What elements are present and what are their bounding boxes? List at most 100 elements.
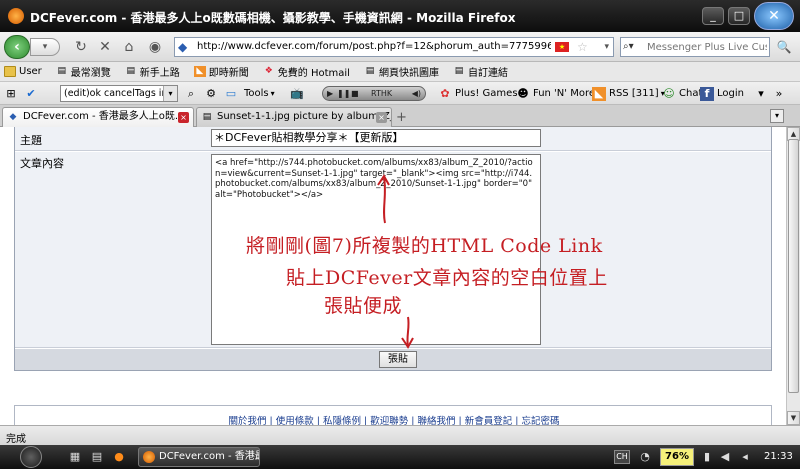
search-engine-icon[interactable]: ⌕▾ — [623, 40, 645, 54]
page-icon: ▤ — [202, 112, 212, 122]
volume-icon[interactable]: ◀) — [412, 87, 421, 100]
taskbar-firefox-task[interactable]: DCFever.com - 香港最... — [138, 447, 260, 467]
tab-close-icon[interactable]: × — [376, 112, 387, 123]
footer-links[interactable]: 關於我們 | 使用條款 | 私隱條例 | 歡迎聯勢 | 聯絡我們 | 新會員登記… — [15, 413, 773, 425]
new-tab-button[interactable]: + — [396, 110, 407, 125]
bookmarks-toolbar: User ▤ 最常瀏覽 ▤ 新手上路 ◣ 即時新聞 ❖ 免費的 Hotmail ▤ 網頁快… — [0, 62, 800, 82]
chevron-down-icon: ▾ — [42, 42, 48, 52]
address-bar[interactable]: ◆ http://www.dcfever.com/forum/post.php?… — [174, 37, 614, 57]
status-bar: 完成 — [0, 425, 800, 445]
stop-button[interactable]: ✕ — [96, 39, 114, 55]
home-button[interactable]: ⌂ — [120, 39, 138, 55]
chevron-down-icon[interactable]: ▾ — [163, 86, 177, 101]
tab-photobucket[interactable]: ▤ Sunset-1-1.jpg picture by album_Z_20..… — [196, 107, 392, 127]
pause-icon[interactable]: ❚❚ — [337, 87, 350, 100]
tags-dropdown[interactable]: (edit)ok cancelTags in this ▾ — [60, 85, 178, 102]
vertical-scrollbar[interactable]: ▲ ▼ — [786, 127, 800, 425]
home-icon: ⌂ — [124, 39, 134, 55]
language-indicator[interactable]: CH — [614, 450, 630, 464]
bookmark-custom-links[interactable]: ▤ 自訂連結 — [453, 64, 508, 79]
close-button[interactable]: ✕ — [754, 2, 794, 30]
status-text: 完成 — [6, 434, 26, 445]
facebook-icon: f — [700, 86, 714, 101]
gear-addon-button[interactable]: ⚙ — [204, 86, 221, 101]
site-favicon-icon: ◆ — [9, 112, 17, 122]
chevron-down-icon: ▾ — [758, 86, 764, 100]
bookmark-news[interactable]: ◣ 即時新聞 — [193, 64, 249, 79]
post-submit-button[interactable]: 張貼 — [379, 351, 417, 368]
maximize-button[interactable]: □ — [728, 7, 750, 25]
folder-icon — [4, 66, 16, 77]
tv-addon-button[interactable]: 📺 — [290, 86, 307, 101]
page-icon: ▤ — [454, 66, 464, 76]
tab-strip: ◆ DCFever.com - 香港最多人上o既... × ▤ Sunset-1… — [0, 105, 800, 127]
forward-dropdown-button[interactable]: ▾ — [30, 38, 60, 56]
subject-row: 主題 ＊DCFever貼相教學分享＊【更新版】 — [15, 127, 771, 151]
folder-icon[interactable]: ▤ — [90, 450, 104, 464]
subject-input[interactable]: ＊DCFever貼相教學分享＊【更新版】 — [211, 129, 541, 147]
messenger-icon: ◉ — [148, 39, 162, 55]
search-icon: 🔍 — [776, 40, 792, 54]
reload-button[interactable]: ↻ — [72, 39, 90, 55]
bookmark-web-slice[interactable]: ▤ 網頁快訊圖庫 — [364, 64, 439, 79]
bookmark-getting-started[interactable]: ▤ 新手上路 — [125, 64, 180, 79]
fun-more-button[interactable]: ☻Fun 'N' More▾ — [516, 86, 601, 101]
rss-icon: ◣ — [193, 66, 206, 77]
annotation-arrow-down — [401, 316, 414, 349]
stop-icon[interactable]: ■ — [351, 87, 359, 100]
tray-arrow-icon[interactable]: ◂ — [738, 450, 752, 464]
toolbar-extra-button[interactable]: » — [772, 86, 789, 101]
windows-icon: ❖ — [264, 66, 273, 76]
addon-logo-button[interactable]: ✔ — [24, 86, 41, 101]
tools-menu[interactable]: Tools ▾ — [244, 86, 275, 101]
tab-close-icon[interactable]: × — [178, 112, 189, 123]
plus-games-button[interactable]: ✿ Plus! Games ▾ — [438, 86, 523, 101]
search-addon-button[interactable]: ⌕ — [184, 86, 201, 101]
facebook-login-button[interactable]: f Login — [700, 86, 744, 101]
tab-dcfever[interactable]: ◆ DCFever.com - 香港最多人上o既... × — [2, 107, 194, 127]
network-icon[interactable]: ▮ — [700, 450, 714, 464]
tab-label: Sunset-1-1.jpg picture by album_Z_20... — [217, 111, 391, 122]
bookmark-user[interactable]: User — [4, 66, 42, 77]
addon-menu-button[interactable]: ⊞ — [4, 86, 21, 101]
scrollbar-thumb[interactable] — [788, 139, 799, 393]
search-box[interactable]: ⌕▾ — [620, 37, 770, 57]
messenger-button[interactable]: ◉ — [146, 39, 164, 55]
chat-button[interactable]: ☺ Chat — [662, 86, 702, 101]
tray-icon[interactable]: ◔ — [638, 450, 652, 464]
back-button[interactable]: ‹ — [4, 35, 30, 59]
start-button[interactable] — [20, 446, 42, 468]
battery-indicator[interactable]: 76% — [660, 448, 694, 466]
play-icon[interactable]: ▶ — [327, 87, 333, 100]
smiley-icon: ☻ — [517, 86, 529, 100]
volume-icon[interactable]: ◀ — [718, 450, 732, 464]
radio-station-label: RTHK — [371, 89, 393, 98]
url-dropdown-icon[interactable]: ▾ — [604, 40, 609, 54]
show-desktop-icon[interactable]: ▦ — [68, 450, 82, 464]
gear-icon: ⚙ — [206, 86, 216, 100]
radio-player[interactable]: ▶ ❚❚ ■ RTHK ◀) — [322, 86, 426, 101]
site-favicon-icon: ◆ — [178, 40, 188, 54]
body-label: 文章內容 — [20, 157, 64, 170]
minimize-button[interactable]: _ — [702, 7, 724, 25]
toolbar-options-button[interactable]: ▾ — [754, 86, 771, 101]
search-input[interactable] — [647, 39, 767, 55]
reload-icon: ↻ — [75, 39, 87, 55]
search-go-button[interactable]: 🔍 — [774, 40, 794, 56]
bookmark-star-icon[interactable]: ☆ — [577, 40, 588, 54]
bookmark-hotmail[interactable]: ❖ 免費的 Hotmail — [263, 64, 350, 79]
msn-logo-icon: ✔ — [26, 86, 36, 100]
url-text[interactable]: http://www.dcfever.com/forum/post.php?f=… — [197, 41, 551, 52]
firefox-icon[interactable]: ● — [112, 450, 126, 464]
rss-icon: ◣ — [592, 86, 606, 101]
bookmark-most-visited[interactable]: ▤ 最常瀏覽 — [56, 64, 111, 79]
back-arrow-icon: ‹ — [14, 39, 20, 55]
scroll-down-icon[interactable]: ▼ — [787, 411, 800, 425]
page-icon: ▤ — [365, 66, 375, 76]
butterfly-icon: ✿ — [440, 86, 450, 100]
rss-button[interactable]: ◣ RSS [311] ▾ — [592, 86, 665, 101]
screen-addon-button[interactable]: ▭ — [224, 86, 241, 101]
window-titlebar: DCFever.com - 香港最多人上o既數碼相機、攝影教學、手機資訊網 - … — [0, 0, 800, 32]
tab-list-button[interactable]: ▾ — [770, 109, 784, 123]
annotation-arrow-up — [377, 174, 390, 224]
